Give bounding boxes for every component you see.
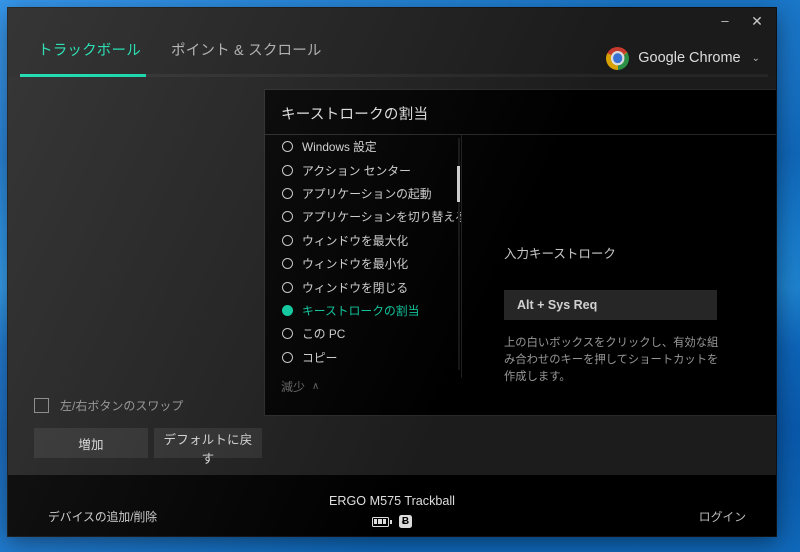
chrome-logo-icon [606,46,630,70]
application-selector-label: Google Chrome [638,50,741,66]
option-row[interactable]: キーストロークの割当 [265,299,461,322]
radio-icon [282,328,293,340]
collapse-list-label: 減少 [281,380,306,394]
close-button[interactable]: ✕ [742,8,772,34]
radio-icon [282,141,293,153]
radio-icon [282,234,293,246]
bluetooth-icon: Ƀ [399,515,412,528]
option-label: キーストロークの割当 [302,303,420,318]
option-label: コピー [302,350,338,365]
option-label: この PC [302,327,346,342]
tab-underline-track [20,74,768,77]
options-scrollbar-track[interactable] [458,138,460,370]
restore-defaults-button[interactable]: デフォルトに戻す [154,428,262,466]
option-label: アプリケーションの起動 [302,186,432,201]
option-label: ウィンドウを閉じる [302,280,409,295]
tab-trackball[interactable]: トラックボール [38,28,141,74]
collapse-list-control[interactable]: 減少 ∧ [281,378,319,395]
option-row[interactable]: ウィンドウを閉じる [265,275,461,298]
keystroke-input-box[interactable]: Alt + Sys Req [504,290,717,320]
desktop-background: – ✕ トラックボール ポイント & スクロール Google Chrome ⌄… [0,0,800,552]
option-row[interactable]: Windows 設定 [265,135,461,158]
device-status-icons: Ƀ [8,515,776,528]
device-name-label: ERGO M575 Trackball [329,494,455,508]
dialog-title: キーストロークの割当 [281,107,429,123]
logitech-options-window: – ✕ トラックボール ポイント & スクロール Google Chrome ⌄… [8,8,776,536]
option-row[interactable]: コピー [265,346,461,369]
tab-bar: トラックボール ポイント & スクロール [8,28,776,76]
option-row[interactable]: ウィンドウを最小化 [265,252,461,275]
footer-bar: デバイスの追加/削除 ERGO M575 Trackball Ƀ ログイン [8,475,776,536]
tab-active-indicator [20,74,146,77]
radio-icon [282,211,293,223]
tab-point-and-scroll[interactable]: ポイント & スクロール [171,28,322,74]
login-link[interactable]: ログイン [699,508,746,525]
swap-buttons-label: 左/右ボタンのスワップ [60,399,184,413]
option-row[interactable]: アプリケーションを切り替える [265,205,461,228]
options-scrollbar-thumb[interactable] [457,166,460,202]
option-label: アクション センター [302,163,411,178]
option-row[interactable]: この PC [265,322,461,345]
radio-icon [282,258,293,270]
option-row[interactable]: アクション センター [265,158,461,181]
keystroke-input-value: Alt + Sys Req [517,298,598,312]
option-label: ウィンドウを最大化 [302,233,409,248]
radio-icon [282,281,293,293]
main-content-area: 左/右ボタンのスワップ 増加 デフォルトに戻す キーストロークの割当 Windo… [8,77,776,475]
minimize-button[interactable]: – [710,8,740,34]
option-row[interactable]: ウィンドウを最大化 [265,229,461,252]
radio-icon [282,187,293,199]
swap-buttons-checkbox-row[interactable]: 左/右ボタンのスワップ [34,397,183,414]
application-selector[interactable]: Google Chrome ⌄ [606,44,760,72]
option-row[interactable]: アプリケーションの起動 [265,182,461,205]
action-options-list[interactable]: Windows 設定アクション センターアプリケーションの起動アプリケーションを… [265,135,461,372]
option-label: Windows 設定 [302,140,377,155]
radio-icon [282,351,293,363]
swap-buttons-checkbox[interactable] [34,398,49,413]
radio-icon [282,304,293,316]
chevron-down-icon: ⌄ [751,52,760,64]
battery-icon [372,516,392,527]
option-label: ウィンドウを最小化 [302,257,409,272]
title-bar: – ✕ [8,8,776,36]
keystroke-assignment-dialog: キーストロークの割当 Windows 設定アクション センターアプリケーションの… [265,90,776,415]
option-label: アプリケーションを切り替える [302,210,461,225]
option-row[interactable]: サインアウト [265,369,461,372]
device-status-block: ERGO M575 Trackball Ƀ [8,494,776,528]
keystroke-detail-heading: 入力キーストローク [504,247,616,261]
add-remove-devices-link[interactable]: デバイスの追加/削除 [48,508,157,525]
add-button[interactable]: 増加 [34,428,148,458]
dialog-header: キーストロークの割当 [265,90,776,135]
dialog-column-divider [461,135,462,378]
radio-icon [282,164,293,176]
chevron-up-icon: ∧ [312,381,320,392]
keystroke-instruction-text: 上の白いボックスをクリックし、有効な組み合わせのキーを押してショートカットを作成… [504,337,719,383]
